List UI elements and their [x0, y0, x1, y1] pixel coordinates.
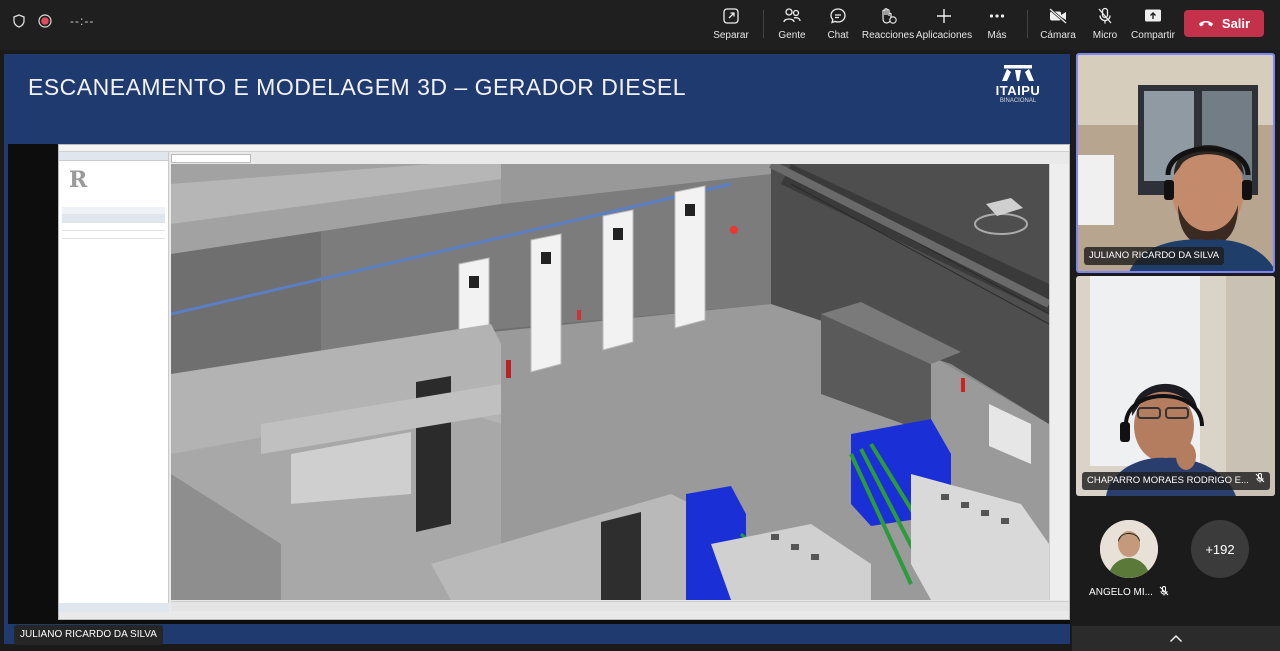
presentation-slide: ESCANEAMENTO E MODELAGEM 3D – GERADOR DI… [4, 54, 1070, 645]
participant-video-tile[interactable]: CHAPARRO MORAES RODRIGO E... [1076, 276, 1275, 496]
chat-button[interactable]: Chat [810, 6, 866, 44]
revit-screenshot: R [8, 144, 1070, 624]
itaipu-logo-mark-icon [1002, 65, 1034, 81]
viewport-scrollbar[interactable] [1049, 164, 1069, 600]
3d-model-viewport[interactable] [171, 164, 1049, 600]
revit-r-icon: R [69, 167, 88, 193]
camera-label: Cámara [1040, 30, 1076, 41]
participant-name-row: ANGELO MI... [1089, 586, 1169, 599]
reactions-icon [878, 6, 898, 26]
participant-video-tile[interactable]: JULIANO RICARDO DA SILVA [1076, 53, 1275, 273]
revit-status-bar [171, 601, 1069, 611]
apps-button[interactable]: Aplicaciones [916, 6, 972, 44]
properties-footer [59, 603, 169, 612]
meeting-status: --:-- [12, 14, 94, 28]
recording-icon[interactable] [38, 14, 52, 28]
participant-name-tag: CHAPARRO MORAES RODRIGO E... [1082, 472, 1270, 490]
participant-name: ANGELO MI... [1089, 587, 1153, 598]
properties-row [62, 207, 165, 215]
more-participants-count: +192 [1191, 520, 1249, 578]
share-label: Compartir [1131, 30, 1175, 41]
properties-row [62, 223, 165, 231]
plus-icon [934, 6, 954, 26]
view-tab[interactable] [171, 154, 251, 163]
pop-out-button[interactable]: Separar [703, 6, 759, 44]
meeting-toolbar: --:-- Separar Gente Chat Reacciones Apli… [0, 0, 1280, 50]
participants-panel: JULIANO RICARDO DA SILVA CHAPARRO MORAES… [1072, 50, 1280, 651]
pop-out-icon [721, 6, 741, 26]
revit-window: R [58, 144, 1070, 620]
share-button[interactable]: Compartir [1125, 6, 1181, 44]
properties-row [62, 215, 165, 223]
leave-button[interactable]: Salir [1184, 10, 1264, 37]
mic-off-icon [1159, 586, 1169, 599]
more-button[interactable]: Más [969, 6, 1025, 44]
people-label: Gente [778, 30, 806, 41]
participant-name: CHAPARRO MORAES RODRIGO E... [1087, 475, 1249, 486]
avatar [1100, 520, 1158, 578]
mic-off-icon [1095, 6, 1115, 26]
participant-video [1078, 55, 1273, 271]
participant-name-tag: JULIANO RICARDO DA SILVA [1084, 247, 1225, 265]
people-icon [782, 6, 802, 26]
chevron-up-icon [1169, 630, 1183, 648]
mic-label: Micro [1092, 30, 1118, 41]
participant-name: JULIANO RICARDO DA SILVA [1089, 250, 1220, 261]
properties-panel: R [59, 152, 169, 612]
shield-icon[interactable] [12, 14, 26, 28]
chat-label: Chat [827, 30, 849, 41]
more-label: Más [987, 30, 1007, 41]
toolbar-divider [1027, 10, 1028, 38]
presenter-name-tag: JULIANO RICARDO DA SILVA [14, 625, 163, 645]
participant-avatar-item[interactable]: ANGELO MI... [1089, 520, 1169, 599]
slide-title: ESCANEAMENTO E MODELAGEM 3D – GERADOR DI… [28, 74, 687, 100]
more-icon [987, 6, 1007, 26]
share-icon [1143, 6, 1163, 26]
pop-out-label: Separar [713, 30, 749, 41]
participant-video [1076, 276, 1275, 496]
reactions-button[interactable]: Reacciones [860, 6, 916, 44]
call-timer: --:-- [70, 14, 95, 28]
reactions-label: Reacciones [861, 30, 915, 41]
camera-off-icon [1048, 6, 1068, 26]
leave-label: Salir [1221, 16, 1251, 31]
more-participants-item[interactable]: +192 [1180, 520, 1260, 578]
revit-ribbon [59, 145, 1069, 152]
logo-subtitle: BINACIONAL [999, 98, 1037, 104]
mic-off-icon [1255, 472, 1265, 490]
properties-header [59, 152, 168, 161]
participant-photo [1100, 520, 1158, 578]
collapse-panel-button[interactable] [1072, 626, 1280, 651]
shared-screen-stage: ESCANEAMENTO E MODELAGEM 3D – GERADOR DI… [0, 50, 1072, 651]
logo-name: ITAIPU [995, 83, 1041, 98]
itaipu-logo: ITAIPU BINACIONAL [986, 64, 1050, 110]
diesel-generator-3d-model [171, 164, 1049, 600]
properties-row [62, 231, 165, 239]
apps-label: Aplicaciones [915, 30, 973, 41]
chat-icon [828, 6, 848, 26]
hang-up-icon [1198, 16, 1214, 31]
